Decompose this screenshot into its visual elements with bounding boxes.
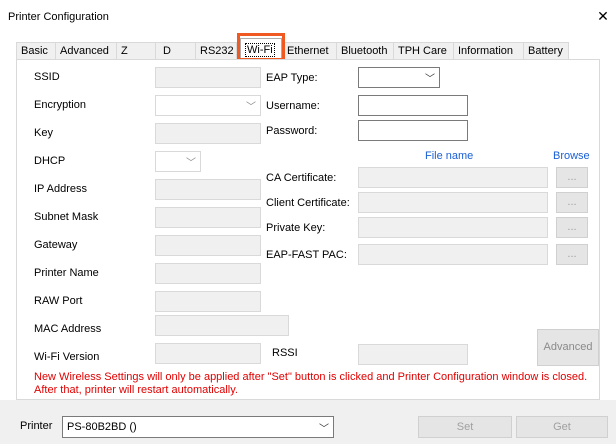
set-button[interactable]: Set — [418, 416, 512, 438]
mac-address-field[interactable] — [155, 315, 289, 336]
tab-label: Ethernet — [287, 45, 329, 57]
encryption-select[interactable]: ﹀ — [155, 95, 261, 116]
rssi-field[interactable] — [358, 344, 468, 365]
eap-type-select[interactable]: ﹀ — [358, 67, 440, 88]
ca-certificate-field[interactable] — [358, 167, 548, 188]
tab-tph-care[interactable]: TPH Care — [393, 42, 454, 59]
tab-wifi[interactable]: Wi-Fi — [240, 38, 282, 60]
ca-certificate-browse-button[interactable]: ... — [556, 167, 588, 188]
tab-label: TPH Care — [398, 45, 447, 57]
username-field[interactable] — [358, 95, 468, 116]
tab-rs232[interactable]: RS232 — [195, 42, 237, 59]
close-icon[interactable]: ✕ — [596, 8, 610, 25]
tab-advanced[interactable]: Advanced — [55, 42, 117, 59]
printer-configuration-window: Printer Configuration ✕ Basic Advanced Z… — [0, 0, 616, 444]
rssi-label: RSSI — [272, 347, 298, 359]
printer-name-field[interactable] — [155, 263, 261, 284]
tab-bluetooth[interactable]: Bluetooth — [336, 42, 394, 59]
tab-label: Information — [458, 45, 514, 57]
gateway-field[interactable] — [155, 235, 261, 256]
printer-label: Printer — [20, 420, 53, 432]
client-certificate-label: Client Certificate: — [266, 197, 350, 209]
eap-fast-pac-browse-button[interactable]: ... — [556, 244, 588, 265]
ip-address-label: IP Address — [34, 183, 87, 195]
mac-address-label: MAC Address — [34, 323, 102, 335]
tab-z[interactable]: Z — [116, 42, 156, 59]
tab-ethernet[interactable]: Ethernet — [282, 42, 337, 59]
private-key-browse-button[interactable]: ... — [556, 217, 588, 238]
gateway-label: Gateway — [34, 239, 78, 251]
raw-port-label: RAW Port — [34, 295, 83, 307]
tab-label: RS232 — [200, 45, 234, 57]
title-bar: Printer Configuration ✕ — [0, 0, 616, 34]
tab-label: Z — [121, 45, 128, 57]
printer-select-value: PS-80B2BD () — [67, 421, 137, 433]
tab-label: D — [163, 45, 171, 57]
client-certificate-browse-button[interactable]: ... — [556, 192, 588, 213]
password-field[interactable] — [358, 120, 468, 141]
tab-label: Bluetooth — [341, 45, 388, 57]
ssid-field[interactable] — [155, 67, 261, 88]
raw-port-field[interactable] — [155, 291, 261, 312]
tab-information[interactable]: Information — [453, 42, 524, 59]
client-certificate-field[interactable] — [358, 192, 548, 213]
chevron-down-icon: ﹀ — [319, 424, 329, 435]
printer-select[interactable]: PS-80B2BD () ﹀ — [62, 416, 334, 438]
advanced-button[interactable]: Advanced — [537, 329, 599, 366]
wifi-version-field[interactable] — [155, 343, 261, 364]
key-field[interactable] — [155, 123, 261, 144]
tab-d[interactable]: D — [155, 42, 196, 59]
browse-header: Browse — [553, 150, 590, 162]
chevron-down-icon: ﹀ — [186, 158, 196, 169]
tab-label: Wi-Fi — [245, 43, 275, 57]
dhcp-select[interactable]: ﹀ — [155, 151, 201, 172]
eap-fast-pac-label: EAP-FAST PAC: — [266, 249, 347, 261]
subnet-mask-field[interactable] — [155, 207, 261, 228]
ip-address-field[interactable] — [155, 179, 261, 200]
key-label: Key — [34, 127, 53, 139]
tab-label: Battery — [528, 45, 563, 57]
username-label: Username: — [266, 100, 320, 112]
private-key-label: Private Key: — [266, 222, 326, 234]
get-button[interactable]: Get — [516, 416, 608, 438]
eap-type-label: EAP Type: — [266, 72, 318, 84]
private-key-field[interactable] — [358, 217, 548, 238]
dhcp-label: DHCP — [34, 155, 66, 167]
ssid-label: SSID — [34, 71, 60, 83]
wifi-version-label: Wi-Fi Version — [34, 351, 100, 363]
encryption-label: Encryption — [34, 99, 86, 111]
printer-name-label: Printer Name — [34, 267, 99, 279]
tab-label: Basic — [21, 45, 48, 57]
tab-battery[interactable]: Battery — [523, 42, 569, 59]
footer-bar: Printer PS-80B2BD () ﹀ Set Get — [0, 400, 616, 444]
window-title: Printer Configuration — [8, 11, 109, 23]
tab-label: Advanced — [60, 45, 109, 57]
file-name-header: File name — [425, 150, 474, 162]
chevron-down-icon: ﹀ — [425, 74, 435, 85]
subnet-mask-label: Subnet Mask — [34, 211, 99, 223]
tab-basic[interactable]: Basic — [16, 42, 56, 59]
eap-fast-pac-field[interactable] — [358, 244, 548, 265]
chevron-down-icon: ﹀ — [246, 102, 256, 113]
password-label: Password: — [266, 125, 318, 137]
restart-notice: New Wireless Settings will only be appli… — [34, 371, 588, 396]
ca-certificate-label: CA Certificate: — [266, 172, 337, 184]
